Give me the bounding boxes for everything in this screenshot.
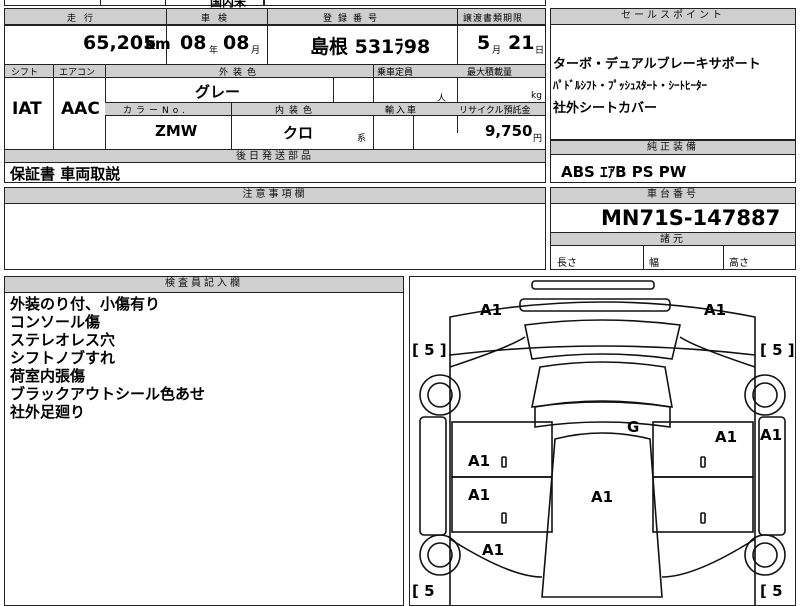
- transfer-header: 譲渡書類期限: [463, 14, 524, 24]
- damage-code: A1: [480, 301, 503, 319]
- dimension-height: 高さ: [729, 258, 749, 269]
- sales-points-header-row: セールスポイント: [551, 9, 795, 25]
- accessories-value: 保証書 車両取説: [10, 165, 121, 183]
- inspector-note-line: ブラックアウトシール色あせ: [10, 385, 206, 403]
- aircon-value: AAC: [61, 99, 100, 119]
- transfer-month: 5: [477, 32, 491, 54]
- vehicle-info-table: 走行 車検 登録番号 譲渡書類期限 65,205 km 08 年 08 月 島根…: [4, 8, 546, 183]
- cautions-header-row: 注意事項欄: [5, 188, 545, 204]
- tire-mark-rear-left: [ 5: [412, 582, 435, 600]
- standard-equipment-header: 純正装備: [647, 142, 699, 153]
- sales-point-line: ﾊﾟﾄﾞﾙｼﾌﾄ・ﾌﾟｯｼｭｽﾀｰﾄ・ｼｰﾄﾋｰﾀｰ: [553, 79, 707, 92]
- damage-code: A1: [760, 426, 783, 444]
- damage-code: A1: [482, 541, 505, 559]
- damage-code: A1: [591, 488, 614, 506]
- damage-code: A1: [704, 301, 727, 319]
- interior-color-value: クロ: [283, 124, 314, 142]
- inspector-note-line: 社外足廻り: [10, 403, 86, 421]
- color-no-value: ZMW: [155, 122, 198, 140]
- transfer-day-unit: 日: [535, 46, 545, 56]
- tire-mark-rear-right: [ 5: [760, 582, 783, 600]
- chassis-header: 車台番号: [647, 189, 699, 200]
- chassis-value: MN71S-147887: [601, 206, 781, 230]
- damage-code: A1: [468, 486, 491, 504]
- tire-mark-front-right: [ 5 ]: [760, 341, 795, 359]
- chassis-header-row: 車台番号: [551, 188, 795, 204]
- dimensions-header: 諸元: [660, 234, 686, 245]
- color-no-header: カラーNo.: [123, 106, 189, 116]
- cautions-header: 注意事項欄: [242, 189, 308, 200]
- tire-mark-front-left: [ 5 ]: [412, 341, 447, 359]
- inspector-note-line: 外装のり付、小傷有り: [10, 295, 161, 313]
- car-outline: [419, 280, 786, 605]
- import-header: 輸入車: [385, 106, 419, 116]
- dimension-width: 幅: [649, 258, 659, 269]
- cautions-box: 注意事項欄: [4, 187, 546, 270]
- interior-color-unit: 系: [357, 134, 367, 144]
- load-header: 最大積載量: [467, 68, 513, 78]
- aircon-header: エアコン: [59, 68, 96, 78]
- sales-points-header: セールスポイント: [621, 10, 725, 21]
- sales-point-line: 社外シートカバー: [553, 101, 658, 116]
- sales-points-box: セールスポイント ターボ・デュアルブレーキサポート ﾊﾟﾄﾞﾙｼﾌﾄ・ﾌﾟｯｼｭ…: [550, 8, 796, 140]
- inspection-month-unit: 月: [251, 46, 261, 56]
- top-cut-strip: 国内未: [4, 0, 264, 9]
- recycle-unit: 円: [533, 134, 543, 144]
- exterior-header: 外装色: [219, 68, 262, 78]
- sales-point-line: ターボ・デュアルブレーキサポート: [553, 57, 761, 72]
- top-cut-strip-right: [264, 0, 546, 6]
- inspection-year: 08: [180, 32, 207, 54]
- standard-equipment-box: 純正装備 ABS ｴｱB PS PW: [550, 140, 796, 183]
- recycle-header: リサイクル預託金: [459, 106, 531, 116]
- car-damage-diagram: [ 5 ] [ 5 ] [ 5 [ 5 A1 A1 G A1 A1 A1 A1 …: [409, 276, 796, 606]
- transfer-day: 21: [508, 32, 535, 54]
- inspection-month: 08: [223, 32, 250, 54]
- inspector-notes-header-row: 検査員記入欄: [5, 277, 403, 293]
- inspector-note-line: コンソール傷: [10, 313, 101, 331]
- exterior-color-value: グレー: [195, 83, 241, 101]
- inspector-note-line: ステレオレス穴: [10, 331, 116, 349]
- dimensions-header-row: 諸元: [551, 232, 795, 246]
- shift-value: IAT: [12, 99, 42, 119]
- capacity-header: 乗車定員: [377, 68, 414, 78]
- transfer-month-unit: 月: [492, 46, 502, 56]
- inspector-note-line: シフトノブすれ: [10, 349, 116, 367]
- inspector-notes-box: 検査員記入欄 外装のり付、小傷有り コンソール傷 ステレオレス穴 シフトノブすれ…: [4, 276, 404, 606]
- recycle-value: 9,750: [485, 122, 533, 140]
- standard-equipment-header-row: 純正装備: [551, 141, 795, 155]
- registration-header: 登録番号: [323, 14, 384, 24]
- chassis-box: 車台番号 MN71S-147887 諸元 長さ 幅 高さ: [550, 187, 796, 270]
- mileage-unit: km: [145, 35, 171, 53]
- standard-equipment-value: ABS ｴｱB PS PW: [561, 163, 687, 181]
- registration-value: 島根 531ﾗ98: [310, 36, 431, 58]
- interior-header: 内装色: [275, 106, 318, 116]
- accessories-header: 後日発送部品: [236, 151, 314, 162]
- load-unit: kg: [531, 91, 542, 101]
- damage-code: A1: [715, 428, 738, 446]
- shift-header: シフト: [11, 68, 39, 78]
- inspection-year-unit: 年: [209, 46, 219, 56]
- damage-code: G: [627, 418, 640, 436]
- mileage-header: 走行: [67, 14, 102, 24]
- inspector-note-line: 荷室内張傷: [10, 367, 86, 385]
- accessories-header-row: 後日発送部品: [5, 149, 545, 163]
- inspector-notes-header: 検査員記入欄: [165, 278, 243, 289]
- dimension-length: 長さ: [557, 258, 577, 269]
- inspection-header: 車検: [201, 14, 236, 24]
- damage-code: A1: [468, 452, 491, 470]
